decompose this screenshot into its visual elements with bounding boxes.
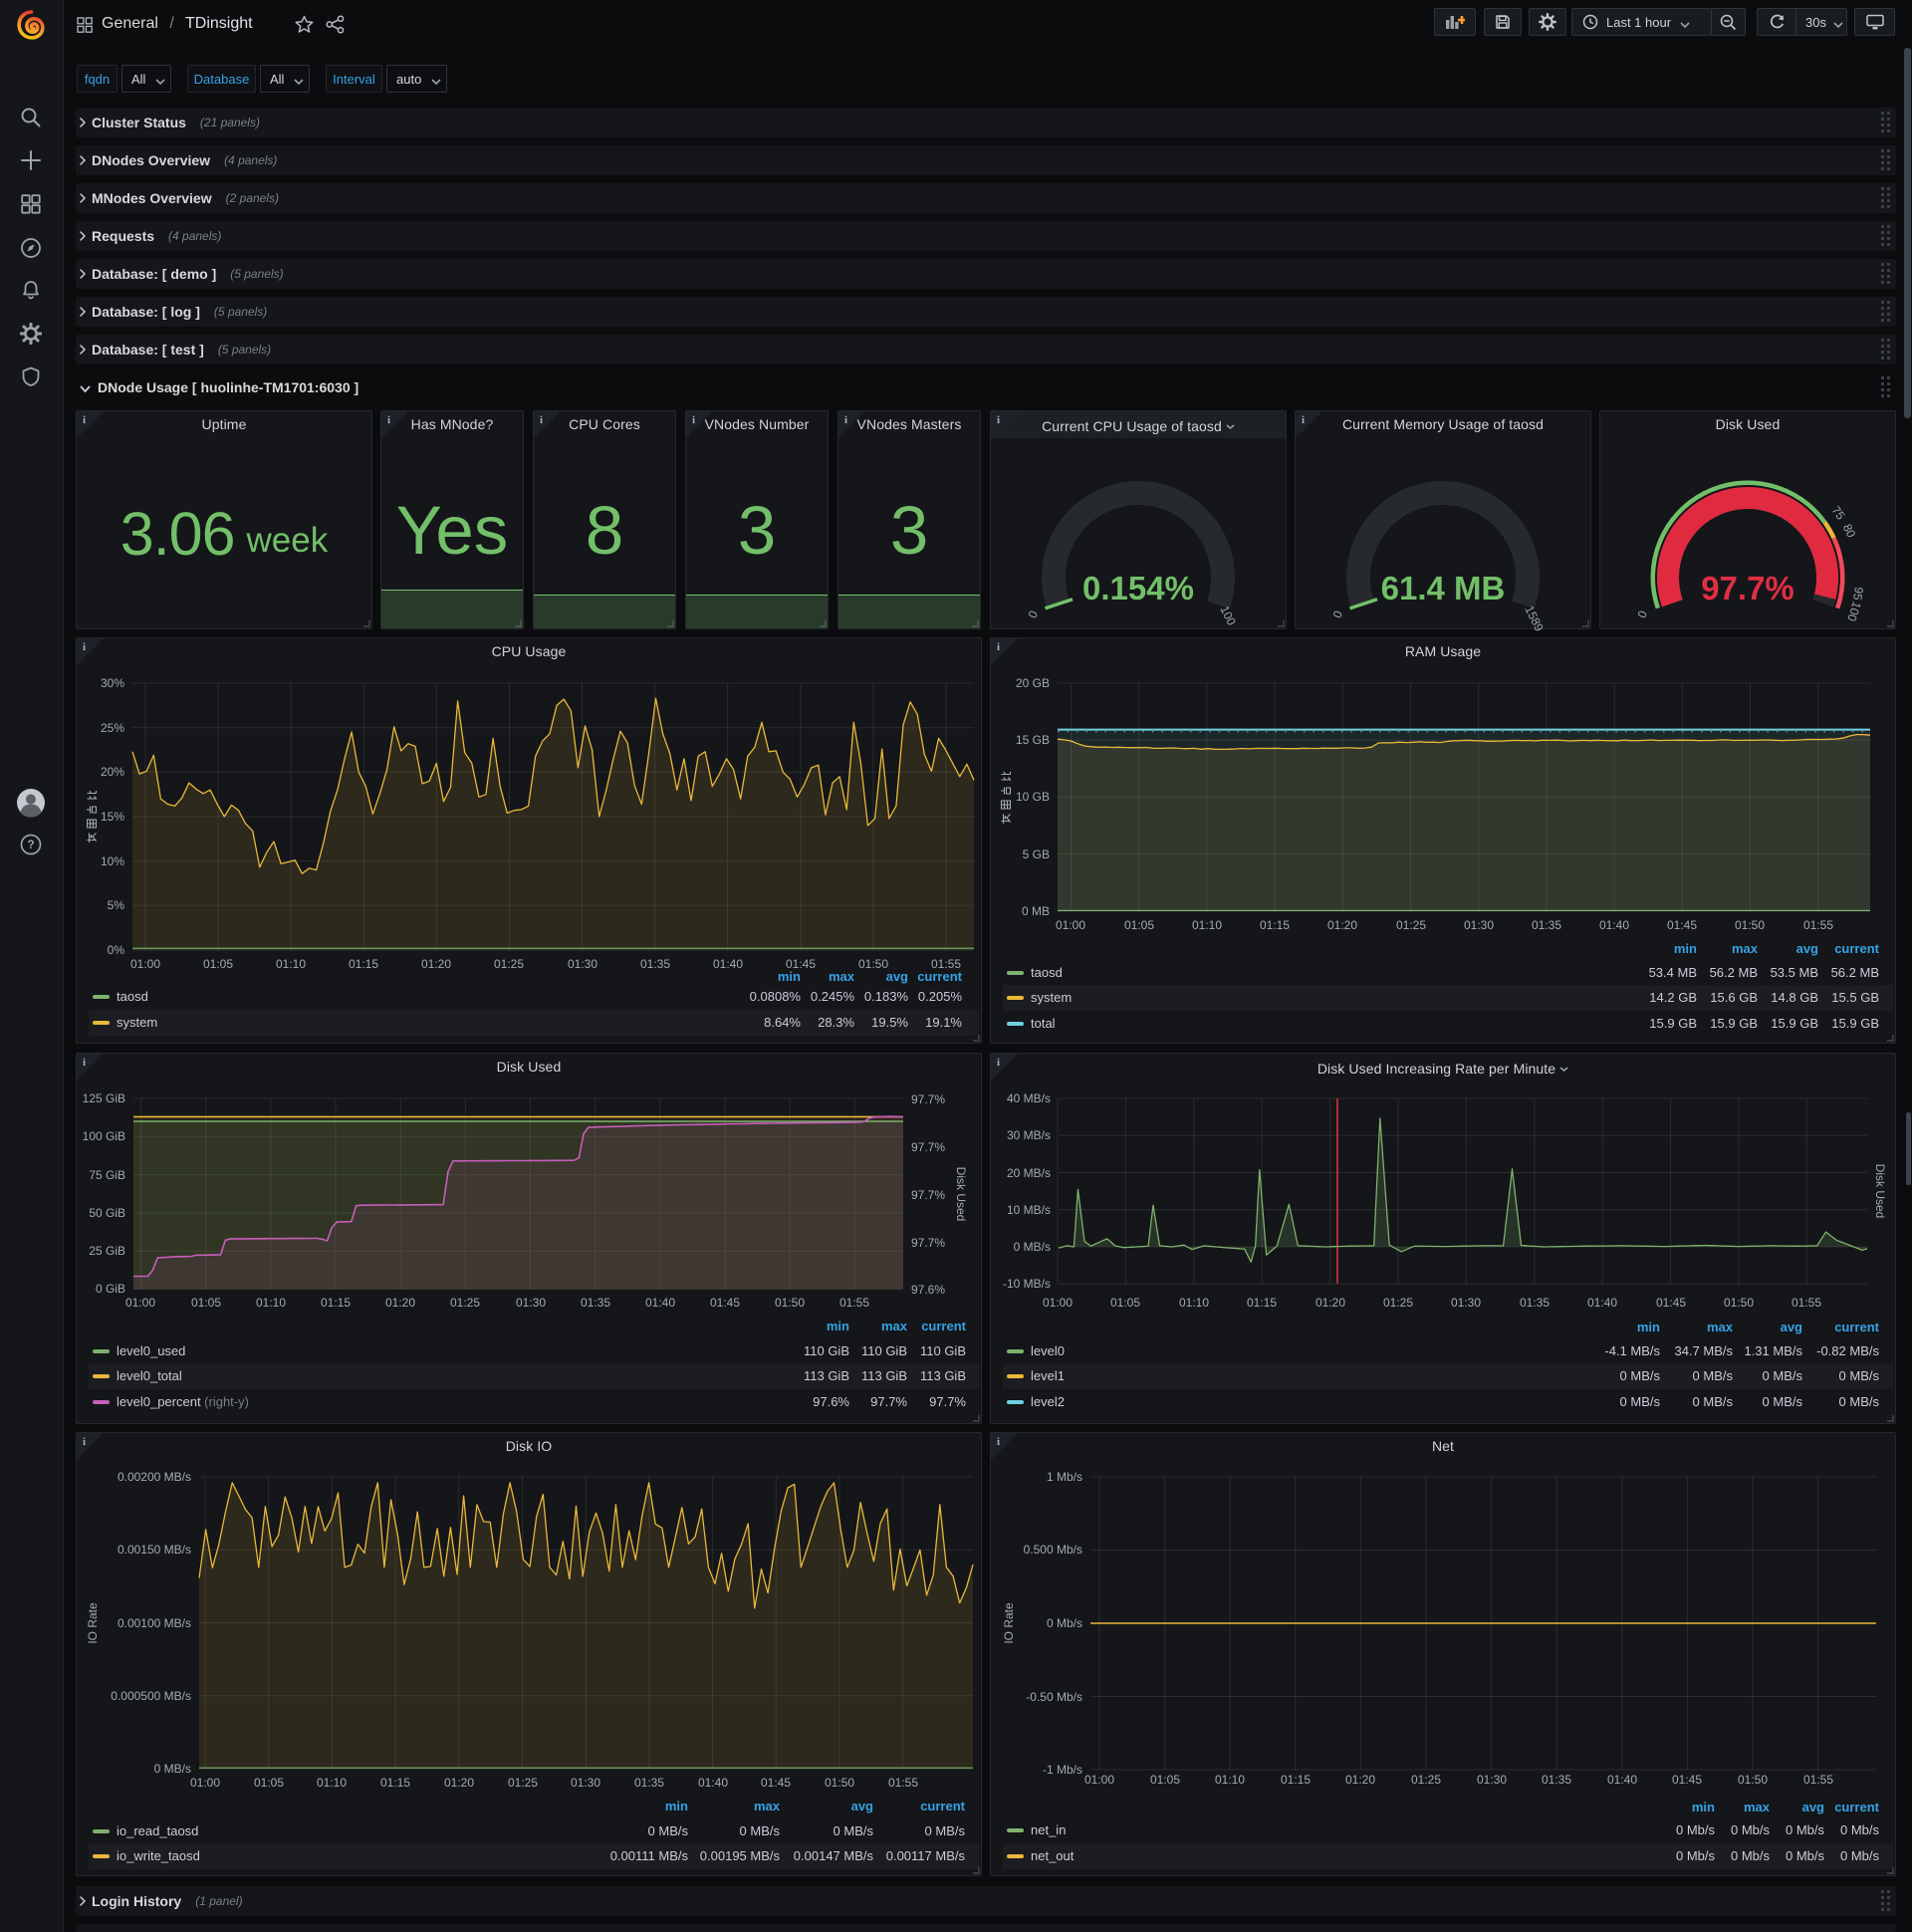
svg-text:?: ? xyxy=(27,838,34,851)
